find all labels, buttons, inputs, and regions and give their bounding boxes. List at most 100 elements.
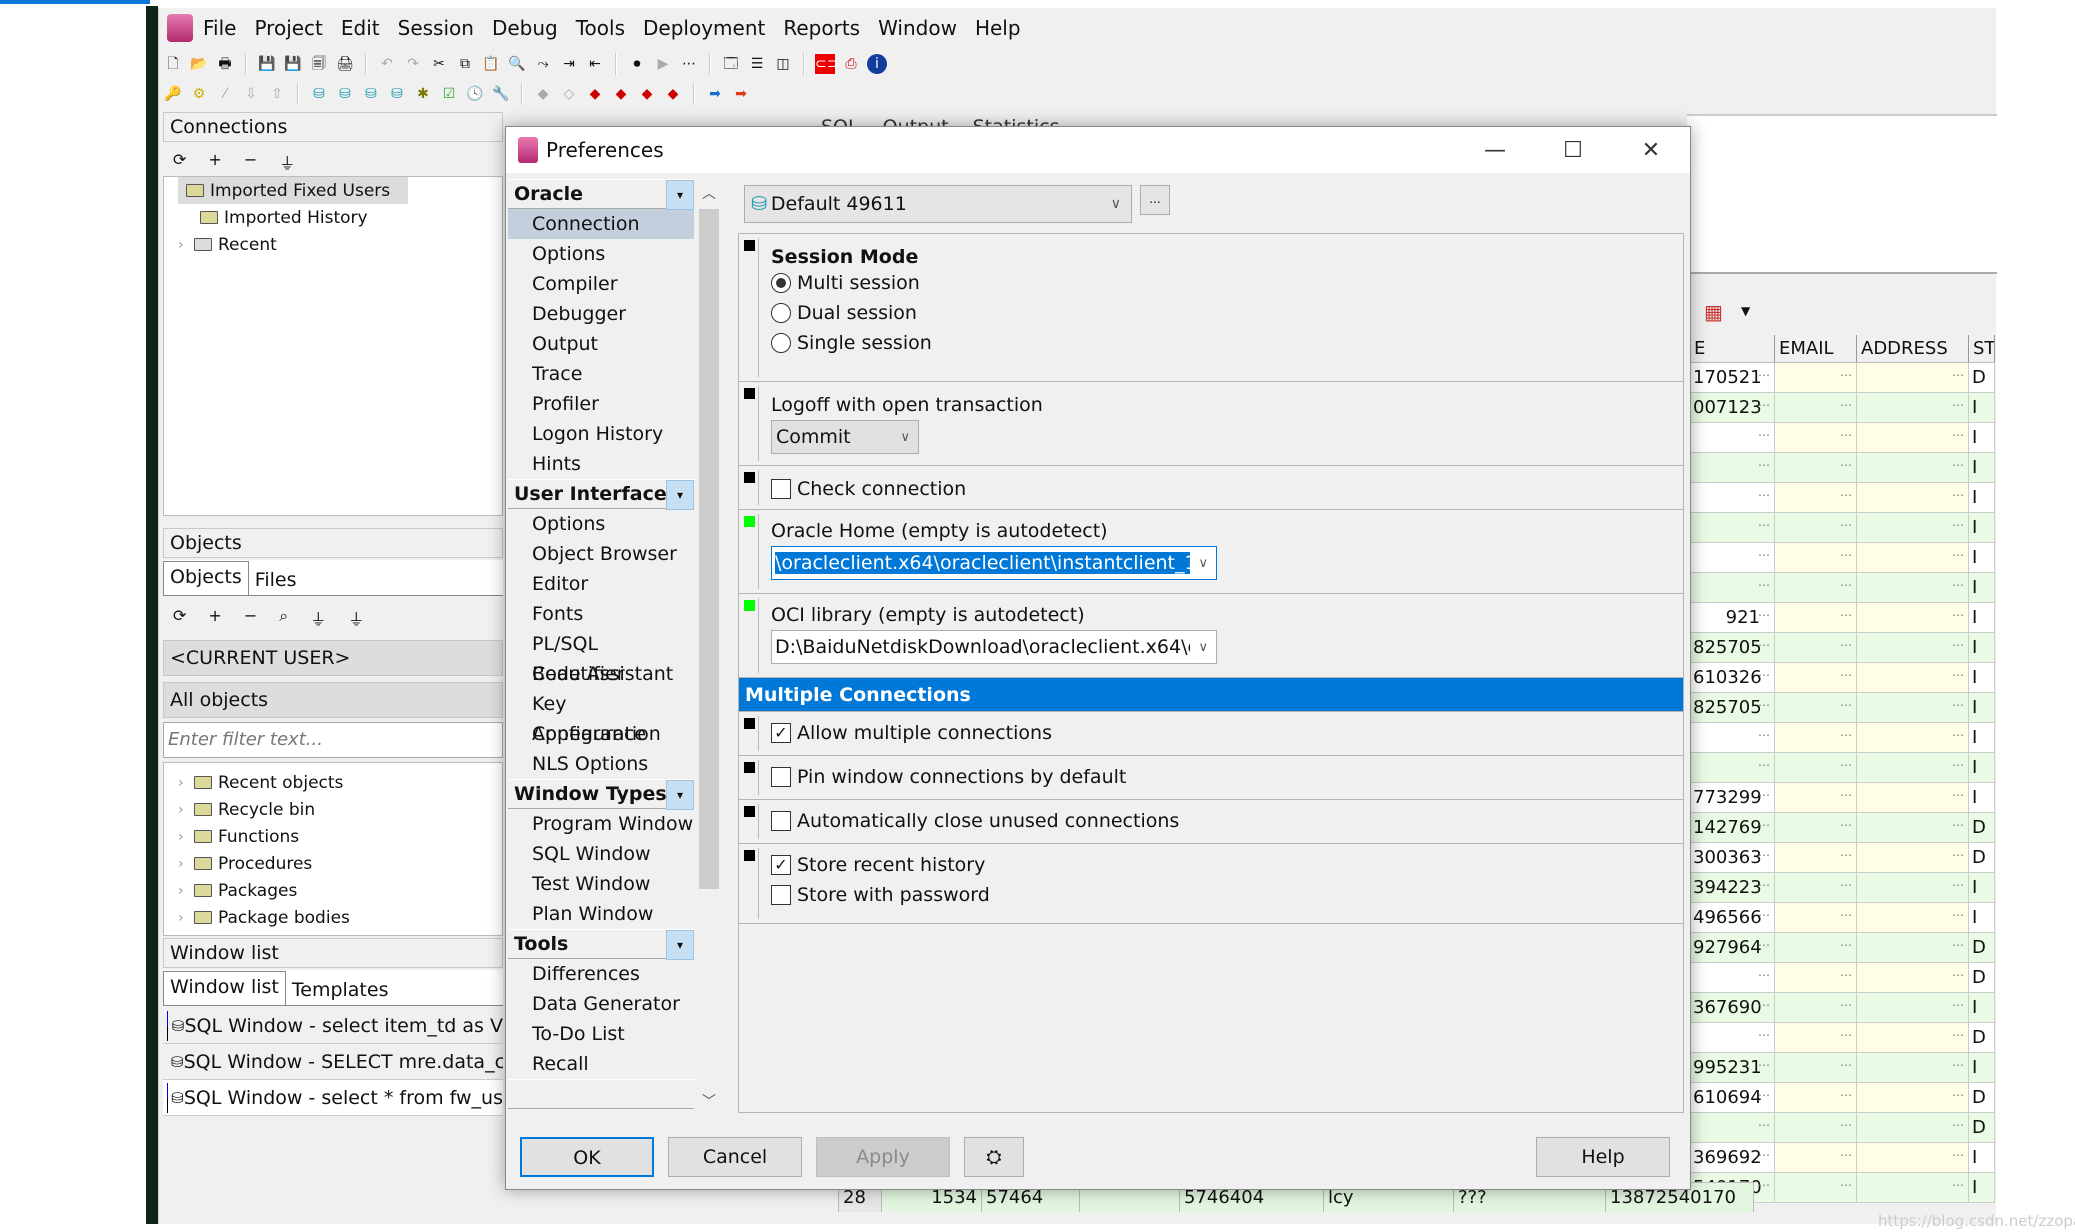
cell-editor-button[interactable]: … <box>1840 993 1852 1017</box>
cell-editor-button[interactable]: … <box>1840 603 1852 627</box>
object-type-selector[interactable]: All objects <box>163 682 503 718</box>
grid-cell[interactable]: … <box>1857 543 1969 572</box>
cell-editor-button[interactable]: … <box>1840 1143 1852 1167</box>
grid-cell[interactable]: … <box>1857 783 1969 812</box>
cell-editor-button[interactable]: … <box>1840 633 1852 657</box>
schedule-icon[interactable]: 🕓 <box>465 84 485 104</box>
store-with-password-checkbox[interactable]: Store with password <box>771 880 1683 910</box>
grid-cell[interactable]: 921… <box>1690 603 1775 632</box>
tree-item-imported-fixed-users[interactable]: Imported Fixed Users <box>178 177 408 204</box>
cell-editor-button[interactable]: … <box>1840 453 1852 477</box>
cell-editor-button[interactable]: … <box>1758 543 1770 567</box>
grid-cell[interactable]: … <box>1775 1083 1857 1112</box>
export-icon[interactable]: ⇧ <box>267 84 287 104</box>
menu-debug[interactable]: Debug <box>492 16 558 40</box>
window-list-item[interactable]: ⛁ SQL Window - select * from fw_us <box>163 1080 503 1116</box>
cell-editor-button[interactable]: … <box>1952 543 1964 567</box>
cell-editor-button[interactable]: … <box>1758 573 1770 597</box>
grid-cell[interactable]: I <box>1969 573 1995 602</box>
macro-record-icon[interactable]: ⏺ <box>627 54 647 74</box>
db-execute-icon[interactable]: ⛁ <box>309 84 329 104</box>
arrow-right-blue-icon[interactable]: ➡ <box>705 84 725 104</box>
grid-cell[interactable]: … <box>1775 543 1857 572</box>
grid-view-dropdown-icon[interactable]: ▼ <box>1741 304 1750 318</box>
db-sql-icon[interactable]: ⛁ <box>335 84 355 104</box>
cell-editor-button[interactable]: … <box>1952 483 1964 507</box>
nav-item[interactable]: Test Window <box>508 869 694 899</box>
grid-cell[interactable]: … <box>1775 573 1857 602</box>
tab-window-list[interactable]: Window list <box>163 971 286 1005</box>
grid-cell[interactable]: … <box>1775 933 1857 962</box>
nav-item[interactable]: Plan Window <box>508 899 694 929</box>
nav-item[interactable]: Code Assistant <box>508 659 694 689</box>
wrench-icon[interactable]: 🔧 <box>491 84 511 104</box>
cell-editor-button[interactable]: … <box>1952 1053 1964 1077</box>
tree-item-package-bodies[interactable]: › Package bodies <box>164 904 502 931</box>
column-header[interactable]: ADDRESS <box>1857 335 1969 362</box>
cell-editor-button[interactable]: … <box>1758 753 1770 777</box>
cell-editor-button[interactable]: … <box>1758 393 1770 417</box>
cell-editor-button[interactable]: … <box>1840 723 1852 747</box>
grid-cell[interactable]: I <box>1969 693 1995 722</box>
cell-editor-button[interactable]: … <box>1952 1173 1964 1197</box>
grid-cell[interactable]: … <box>1857 813 1969 842</box>
expand-chevron-icon[interactable]: › <box>178 802 188 818</box>
grid-cell[interactable]: I <box>1969 483 1995 512</box>
cell-editor-button[interactable]: … <box>1952 723 1964 747</box>
grid-cell[interactable]: … <box>1857 573 1969 602</box>
nav-item[interactable]: Debugger <box>508 299 694 329</box>
add-icon[interactable]: + <box>208 150 221 174</box>
find-icon[interactable]: 🔍 <box>507 54 527 74</box>
cell-editor-button[interactable]: … <box>1758 1053 1770 1077</box>
window-list-item[interactable]: ⛁ SQL Window - SELECT mre.data_c <box>163 1044 503 1080</box>
grid-cell[interactable]: … <box>1857 1053 1969 1082</box>
tool-disabled-1-icon[interactable]: ◆ <box>533 84 553 104</box>
cell-editor-button[interactable]: … <box>1840 663 1852 687</box>
tool-disabled-2-icon[interactable]: ◇ <box>559 84 579 104</box>
cell-editor-button[interactable]: … <box>1758 723 1770 747</box>
tile-vertical-icon[interactable]: ◫ <box>773 54 793 74</box>
cancel-button[interactable]: Cancel <box>668 1137 802 1177</box>
grid-cell[interactable]: … <box>1857 693 1969 722</box>
grid-cell[interactable]: … <box>1775 393 1857 422</box>
grid-cell[interactable]: … <box>1857 483 1969 512</box>
tool-red-1-icon[interactable]: ◆ <box>585 84 605 104</box>
filter-icon[interactable]: ⏚ <box>310 606 326 630</box>
grid-cell[interactable]: I <box>1969 783 1995 812</box>
gear-icon[interactable]: ⚙ <box>189 84 209 104</box>
user-selector[interactable]: <CURRENT USER> <box>163 640 503 676</box>
grid-cell[interactable]: … <box>1775 663 1857 692</box>
grid-cell[interactable]: … <box>1775 603 1857 632</box>
filter-icon[interactable]: ⏚ <box>279 150 295 174</box>
nav-item[interactable]: Logon History <box>508 419 694 449</box>
grid-cell[interactable]: I <box>1969 993 1995 1022</box>
cell-editor-button[interactable]: … <box>1758 933 1770 957</box>
collapse-group-icon[interactable]: ▾ <box>666 180 694 210</box>
oracle-icon[interactable]: ⊂⊃ <box>815 54 838 74</box>
grid-cell[interactable]: 496566… <box>1690 903 1775 932</box>
grid-cell[interactable]: D <box>1969 933 1995 962</box>
nav-item[interactable]: Program Window <box>508 809 694 839</box>
object-filter-input[interactable]: Enter filter text... <box>163 722 503 758</box>
expand-chevron-icon[interactable]: › <box>178 883 188 899</box>
grid-cell[interactable]: … <box>1775 483 1857 512</box>
collapse-group-icon[interactable]: ▾ <box>666 480 694 510</box>
grid-cell[interactable]: … <box>1690 453 1775 482</box>
checkbox-icon[interactable] <box>771 767 791 787</box>
cell-editor-button[interactable]: … <box>1758 1083 1770 1107</box>
cell-editor-button[interactable]: … <box>1840 483 1852 507</box>
cell-editor-button[interactable]: … <box>1840 363 1852 387</box>
cell-editor-button[interactable]: … <box>1952 573 1964 597</box>
grid-cell[interactable]: I <box>1969 1173 1995 1202</box>
tree-item-recycle-bin[interactable]: › Recycle bin <box>164 796 502 823</box>
cell-editor-button[interactable]: … <box>1840 873 1852 897</box>
grid-cell[interactable]: I <box>1969 663 1995 692</box>
grid-cell[interactable]: 007123… <box>1690 393 1775 422</box>
nav-group-header[interactable]: Tools ▾ <box>508 929 694 960</box>
grid-cell[interactable]: … <box>1857 513 1969 542</box>
grid-view-icon[interactable]: ▦ <box>1704 300 1723 324</box>
grid-cell[interactable]: 773299… <box>1690 783 1775 812</box>
logoff-select[interactable]: Commit ∨ <box>771 420 919 454</box>
grid-cell[interactable]: … <box>1857 993 1969 1022</box>
grid-cell[interactable]: 995231… <box>1690 1053 1775 1082</box>
